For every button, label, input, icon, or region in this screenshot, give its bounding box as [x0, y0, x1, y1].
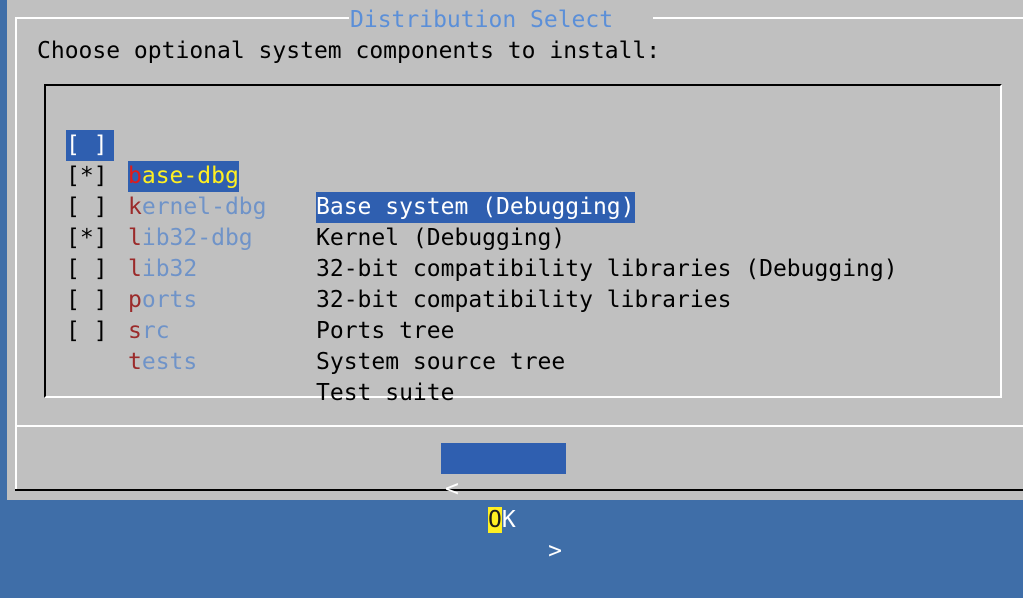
item-description: Kernel (Debugging): [316, 225, 566, 251]
item-description: System source tree: [316, 349, 566, 375]
checklist-item-ports[interactable]: [ ] ports Ports tree: [66, 223, 454, 344]
component-checklist: [ ] base-dbg Base system (Debugging) [*]…: [44, 84, 1002, 406]
checklist-item-lib32-dbg[interactable]: [ ] lib32-dbg 32-bit compatibility libra…: [66, 161, 898, 282]
left-bracket: <: [445, 476, 459, 502]
right-bracket: >: [548, 538, 562, 564]
frame-border: [15, 489, 1023, 491]
dialog-prompt: Choose optional system components to ins…: [37, 38, 661, 64]
ok-button[interactable]: < OK >: [441, 443, 566, 564]
frame-border: [15, 17, 350, 19]
item-description: Base system (Debugging): [316, 192, 635, 223]
distribution-select-dialog: Distribution Select Choose optional syst…: [7, 0, 1023, 564]
frame-border: [653, 17, 1023, 19]
item-description: Test suite: [316, 380, 455, 406]
frame-border: [15, 17, 17, 491]
item-description: Ports tree: [316, 318, 455, 344]
checklist-item-src[interactable]: [ ] src System source tree: [66, 254, 565, 375]
item-description: 32-bit compatibility libraries: [316, 287, 732, 313]
checklist-item-kernel-dbg[interactable]: [*] kernel-dbg Kernel (Debugging): [66, 130, 565, 251]
hotkey-letter: t: [128, 349, 142, 375]
dialog-title: Distribution Select: [349, 5, 615, 35]
checkbox[interactable]: [ ]: [66, 316, 114, 347]
item-description: 32-bit compatibility libraries (Debuggin…: [316, 256, 898, 282]
checklist-item-lib32[interactable]: [*] lib32 32-bit compatibility libraries: [66, 192, 731, 313]
item-name: tests: [128, 349, 198, 375]
hotkey-letter: O: [488, 507, 502, 533]
button-separator: [17, 425, 1023, 427]
ok-label: OK: [488, 507, 516, 533]
checklist-item-base-dbg[interactable]: [ ] base-dbg Base system (Debugging): [66, 99, 635, 223]
checklist-item-tests[interactable]: [ ] tests Test suite: [66, 285, 454, 406]
